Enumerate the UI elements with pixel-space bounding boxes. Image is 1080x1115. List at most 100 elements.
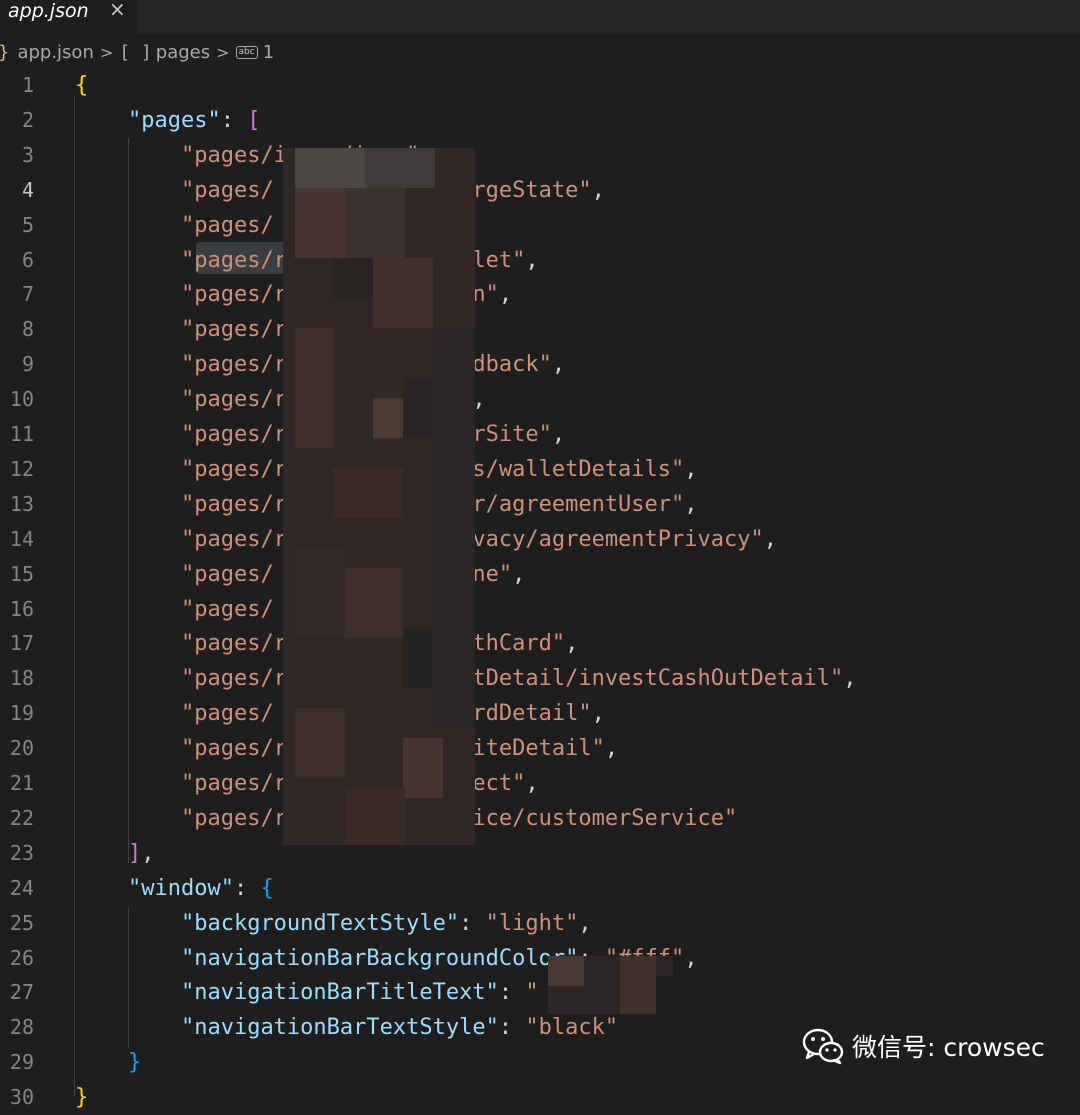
line-number: 8: [21, 317, 34, 342]
line-number: 21: [9, 771, 34, 795]
code-line[interactable]: 21 "pages/r ollect",: [0, 766, 1080, 801]
line-number: 11: [9, 422, 34, 446]
code-token: ,: [141, 840, 155, 866]
line-number: 24: [9, 875, 34, 900]
line-number: 20: [9, 736, 34, 761]
code-token: ,: [684, 491, 698, 517]
code-line[interactable]: 19 "pages/ ecordDetail",: [0, 696, 1080, 731]
code-line[interactable]: 15 "pages/ Phone",: [0, 557, 1080, 592]
string-icon: abc: [235, 45, 258, 59]
code-line[interactable]: 14 "pages/r Privacy/agreementPrivacy",: [0, 522, 1080, 557]
code-line[interactable]: 3 "pages/i /i ",: [0, 138, 1080, 173]
code-line[interactable]: 13 "pages/r User/agreementUser",: [0, 487, 1080, 522]
code-text: "pages": [: [75, 103, 260, 138]
line-number: 7: [21, 282, 34, 307]
tab-bar: app.json ×: [0, 0, 1080, 34]
code-token: "pages": [127, 107, 221, 133]
code-token: ,: [684, 456, 698, 482]
code-line[interactable]: 2 "pages": [: [0, 103, 1080, 138]
tab-app-json[interactable]: app.json ×: [0, 0, 138, 34]
line-number: 29: [9, 1050, 34, 1075]
code-line[interactable]: 16 "pages/: [0, 592, 1080, 627]
code-token: "navigationBarTextStyle": [180, 1015, 499, 1041]
breadcrumb-item[interactable]: 1: [263, 42, 274, 63]
code-line[interactable]: 26 "navigationBarBackgroundColor": "#fff…: [0, 941, 1080, 976]
code-token: "window": [127, 875, 234, 901]
wechat-icon: [802, 1028, 844, 1065]
breadcrumb-array[interactable]: pages: [156, 42, 210, 63]
code-line[interactable]: 17 "pages/r /monthCard",: [0, 626, 1080, 661]
code-line[interactable]: 11 "pages/r nearSite",: [0, 417, 1080, 452]
line-number: 13: [9, 491, 34, 516]
code-token: "navigationBarBackgroundColor": [180, 945, 579, 971]
line-number: 19: [9, 701, 34, 726]
chevron-right-icon: >: [99, 42, 114, 62]
array-icon: [ ]: [119, 41, 152, 63]
code-line[interactable]: 20 "pages/r l/siteDetail",: [0, 731, 1080, 766]
code-token: ,: [565, 631, 579, 657]
code-line[interactable]: 6 "pages/r /wallet",: [0, 243, 1080, 278]
code-line[interactable]: 25 "backgroundTextStyle": "light",: [0, 906, 1080, 941]
code-line[interactable]: 4 "pages/ /chargeState",: [0, 173, 1080, 208]
code-line[interactable]: 24 "window": {: [0, 871, 1080, 906]
code-text: "pages/r: [75, 312, 287, 347]
code-line[interactable]: 22 "pages/r ervice/customerService": [0, 801, 1080, 836]
line-number: 16: [9, 596, 34, 621]
code-token: ,: [763, 526, 778, 552]
close-icon[interactable]: ×: [109, 0, 126, 20]
line-number: 3: [21, 142, 34, 167]
watermark-text: 微信号: crowsec: [852, 1033, 1045, 1062]
code-token: "backgroundTextStyle": [180, 910, 460, 936]
code-line[interactable]: 10 "pages/r ut",: [0, 382, 1080, 417]
code-text: "navigationBarTextStyle": "black": [75, 1010, 618, 1045]
code-line[interactable]: 12 "pages/r ails/walletDetails",: [0, 452, 1080, 487]
tab-title: app.json: [8, 0, 89, 22]
redaction-mosaic: [283, 148, 475, 845]
code-token: ,: [512, 561, 526, 587]
code-line[interactable]: 27 "navigationBarTitleText": ": [0, 975, 1080, 1010]
code-text: "navigationBarTitleText": ": [75, 975, 592, 1010]
code-line[interactable]: 8 "pages/r: [0, 312, 1080, 347]
code-line[interactable]: 7 "pages/r upon",: [0, 277, 1080, 312]
code-token: ,: [604, 736, 619, 762]
code-token: {: [75, 73, 89, 98]
line-number: 1: [21, 73, 34, 97]
code-token: "pages/r: [180, 317, 287, 343]
line-number: 15: [9, 561, 34, 586]
code-line[interactable]: 18 "pages/r hOutDetail/investCashOutDeta…: [0, 661, 1080, 696]
line-number: 22: [9, 805, 34, 830]
code-token: "pages/r hOutDetail/investCashOutDetail": [180, 666, 844, 692]
code-line[interactable]: 1{: [0, 68, 1080, 103]
line-number: 6: [21, 247, 34, 272]
line-number: 12: [9, 456, 34, 481]
watermark: 微信号: crowsec: [802, 1024, 1045, 1068]
code-text: }: [75, 1080, 88, 1115]
code-line[interactable]: 30}: [0, 1080, 1080, 1115]
line-number: 27: [9, 980, 34, 1005]
code-line[interactable]: 9 "pages/r feedback",: [0, 347, 1080, 382]
breadcrumb-file[interactable]: app.json: [17, 42, 93, 63]
code-token: "navigationBarTitleText": [180, 980, 499, 1006]
code-text: "window": {: [75, 871, 274, 906]
code-line[interactable]: 23 ],: [0, 836, 1080, 871]
code-token: ,: [591, 177, 605, 203]
code-line[interactable]: 5 "pages/ ",: [0, 208, 1080, 243]
code-text: ],: [75, 836, 155, 871]
code-token: ,: [525, 247, 539, 273]
